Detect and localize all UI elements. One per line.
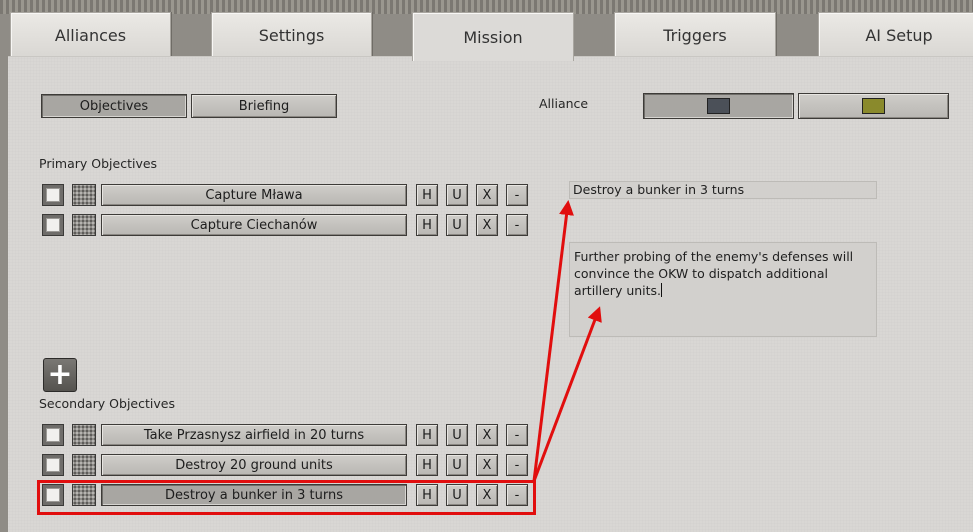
objective-remove-button[interactable]: - [506,424,528,446]
briefing-button[interactable]: Briefing [191,94,337,118]
secondary-objectives-heading: Secondary Objectives [39,396,175,411]
objective-checkbox[interactable] [42,214,64,236]
objective-u-button[interactable]: U [446,184,468,206]
objective-checkbox[interactable] [42,454,64,476]
objective-x-button[interactable]: X [476,454,498,476]
alliance-color-swatch-2 [862,98,885,114]
objective-x-button[interactable]: X [476,214,498,236]
mission-content: Objectives Briefing Alliance Primary Obj… [0,0,973,532]
objective-description-field[interactable]: Further probing of the enemy's defenses … [569,242,877,337]
objective-checkbox[interactable] [42,484,64,506]
objective-remove-button[interactable]: - [506,184,528,206]
objective-title-field[interactable]: Destroy a bunker in 3 turns [569,181,877,199]
objective-icon-slot[interactable] [72,214,96,236]
objective-checkbox[interactable] [42,424,64,446]
objective-description-text: Further probing of the enemy's defenses … [574,249,854,298]
objective-x-button[interactable]: X [476,484,498,506]
alliance-color-swatch-1 [707,98,730,114]
objective-name-button[interactable]: Capture Mława [101,184,407,206]
primary-objectives-heading: Primary Objectives [39,156,158,171]
objective-icon-slot[interactable] [72,184,96,206]
objective-name-button[interactable]: Capture Ciechanów [101,214,407,236]
objective-u-button[interactable]: U [446,484,468,506]
alliance-button-2[interactable] [798,93,949,119]
plus-icon: + [47,357,73,392]
objective-name-button[interactable]: Take Przasnysz airfield in 20 turns [101,424,407,446]
objective-x-button[interactable]: X [476,424,498,446]
objective-remove-button[interactable]: - [506,454,528,476]
objectives-button[interactable]: Objectives [41,94,187,118]
objective-h-button[interactable]: H [416,214,438,236]
objective-u-button[interactable]: U [446,424,468,446]
objective-icon-slot[interactable] [72,424,96,446]
objective-remove-button[interactable]: - [506,484,528,506]
objective-h-button[interactable]: H [416,454,438,476]
objective-remove-button[interactable]: - [506,214,528,236]
objective-u-button[interactable]: U [446,214,468,236]
objective-icon-slot[interactable] [72,454,96,476]
objective-icon-slot[interactable] [72,484,96,506]
objective-checkbox[interactable] [42,184,64,206]
objective-u-button[interactable]: U [446,454,468,476]
objective-x-button[interactable]: X [476,184,498,206]
alliance-button-1[interactable] [643,93,794,119]
objective-h-button[interactable]: H [416,424,438,446]
text-cursor [661,283,663,297]
alliance-label: Alliance [539,96,589,111]
objective-h-button[interactable]: H [416,184,438,206]
add-objective-button[interactable]: + [43,358,77,392]
objective-name-button[interactable]: Destroy 20 ground units [101,454,407,476]
objective-h-button[interactable]: H [416,484,438,506]
objective-name-button-selected[interactable]: Destroy a bunker in 3 turns [101,484,407,506]
